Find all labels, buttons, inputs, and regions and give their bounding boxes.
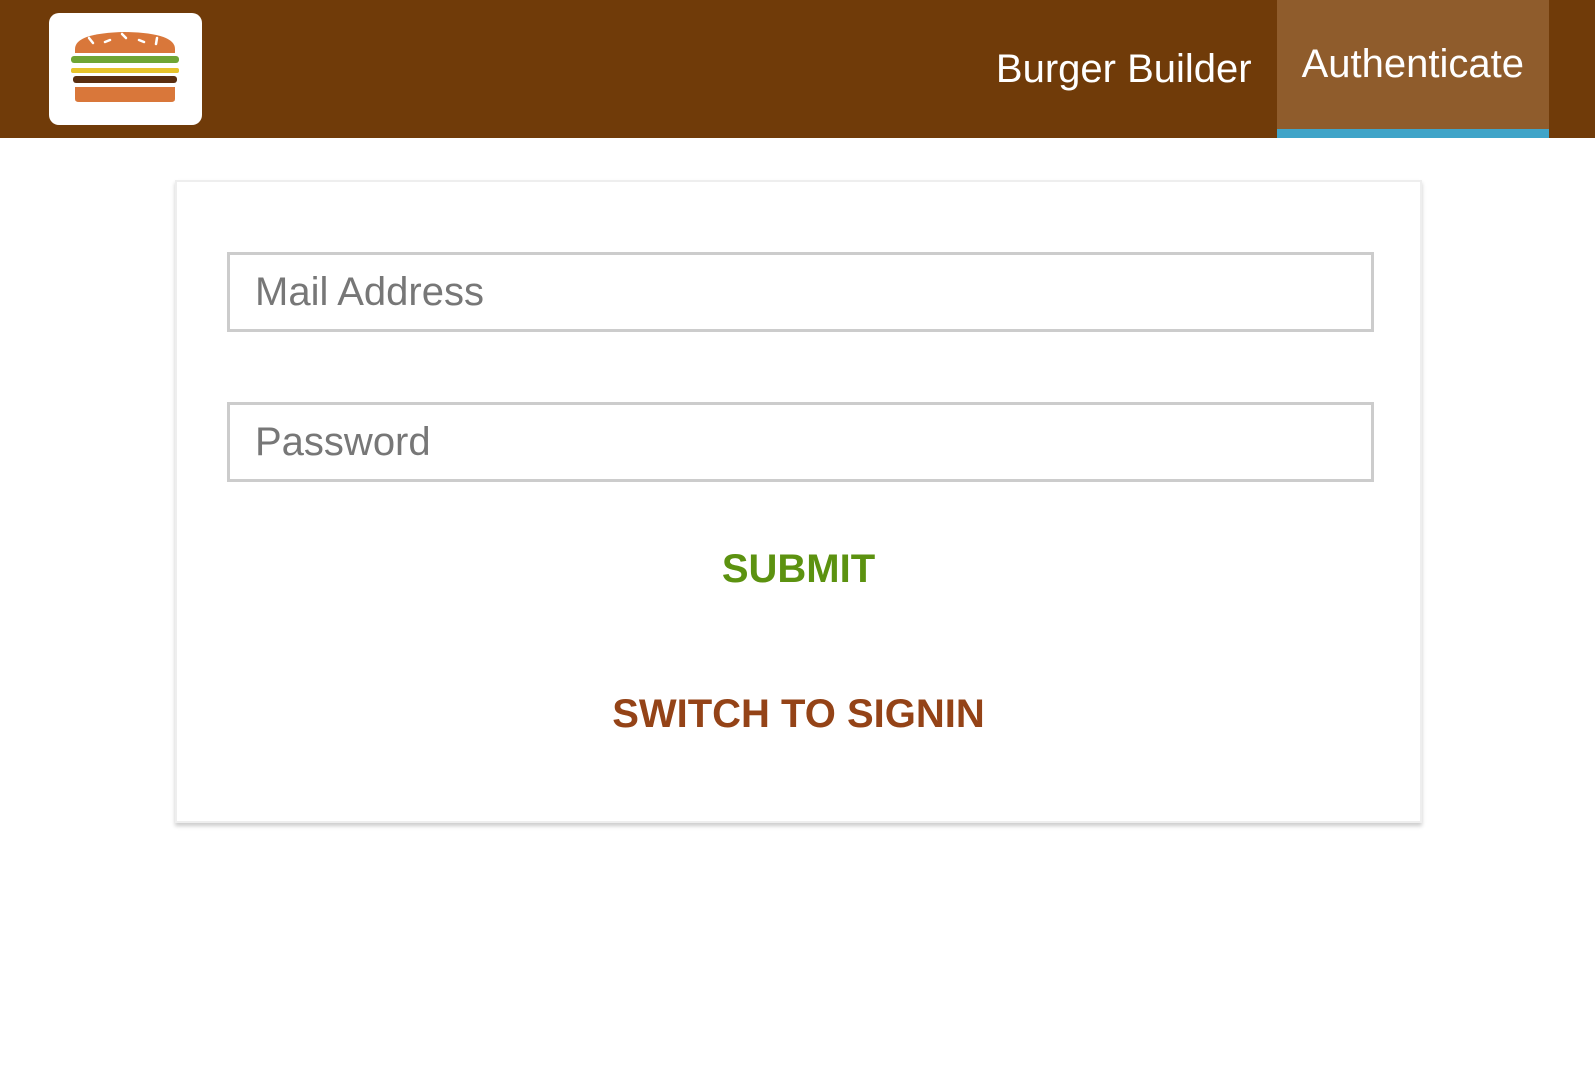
switch-to-signin-button[interactable]: SWITCH TO SIGNIN: [177, 692, 1420, 737]
nav-item-burger-builder[interactable]: Burger Builder: [971, 0, 1277, 138]
logo[interactable]: [49, 13, 202, 125]
main-nav: Burger Builder Authenticate: [971, 0, 1549, 138]
submit-button[interactable]: SUBMIT: [177, 547, 1420, 592]
auth-card: SUBMIT SWITCH TO SIGNIN: [175, 180, 1422, 823]
nav-item-authenticate[interactable]: Authenticate: [1276, 0, 1549, 138]
password-input[interactable]: [227, 402, 1374, 482]
nav-item-label: Burger Builder: [995, 46, 1252, 91]
email-input[interactable]: [227, 252, 1374, 332]
nav-item-label: Authenticate: [1301, 42, 1524, 86]
toolbar: Burger Builder Authenticate: [0, 0, 1595, 138]
burger-logo-icon: [71, 32, 179, 102]
